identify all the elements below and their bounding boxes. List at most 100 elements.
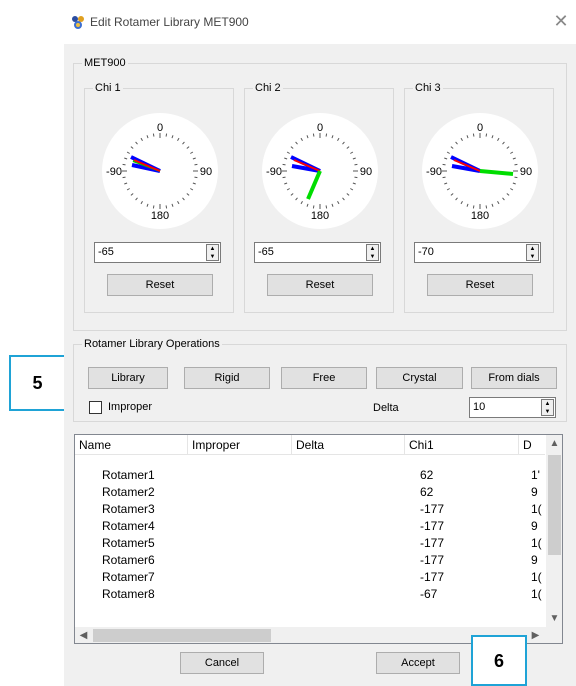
- spin-down-icon[interactable]: ▼: [542, 408, 553, 416]
- chi1-spin-arrows[interactable]: ▲ ▼: [206, 244, 219, 261]
- chi1-spinbox[interactable]: -65 ▲ ▼: [94, 242, 221, 263]
- chi2-spin-arrows[interactable]: ▲ ▼: [366, 244, 379, 261]
- chi1-label-right: 90: [200, 166, 212, 178]
- vertical-scrollbar[interactable]: ▲ ▼: [546, 435, 562, 627]
- chi3-title: Chi 3: [413, 81, 443, 95]
- scroll-corner: [546, 627, 562, 643]
- callout-5-label: 5: [32, 373, 43, 393]
- cell-chi1: -177: [420, 502, 445, 516]
- cell-name: Rotamer7: [102, 570, 155, 584]
- cell-chi1: -177: [420, 536, 445, 550]
- column-header-delta[interactable]: Delta: [292, 435, 405, 455]
- operations-group-title: Rotamer Library Operations: [82, 337, 222, 351]
- dial-tick: [514, 163, 518, 166]
- cell-name: Rotamer6: [102, 553, 155, 567]
- spin-up-icon[interactable]: ▲: [542, 400, 553, 408]
- column-header-name[interactable]: Name: [75, 435, 188, 455]
- accept-button[interactable]: Accept: [376, 652, 460, 674]
- cell-chi1: -177: [420, 553, 445, 567]
- scroll-down-icon[interactable]: ▼: [546, 610, 562, 627]
- dial-tick: [354, 176, 358, 179]
- dial-tick: [312, 133, 315, 137]
- cell-d: 9: [531, 485, 538, 499]
- chi1-reset-button[interactable]: Reset: [107, 274, 213, 296]
- delta-spinbox[interactable]: 10 ▲ ▼: [469, 397, 556, 418]
- table-row[interactable]: Rotamer7 -177 1(: [75, 569, 545, 586]
- dial-tick: [442, 176, 446, 179]
- improper-checkbox[interactable]: [89, 401, 102, 414]
- dialog-window: Edit Rotamer Library MET900 ✕ MET900 Chi…: [64, 0, 576, 686]
- spin-down-icon[interactable]: ▼: [367, 253, 378, 261]
- dial-tick: [165, 133, 168, 137]
- scroll-up-icon[interactable]: ▲: [546, 435, 562, 452]
- chi2-dial[interactable]: 0 -90 90 180: [260, 111, 380, 231]
- cell-chi1: 62: [420, 485, 434, 499]
- dial-tick: [152, 133, 155, 137]
- free-button[interactable]: Free: [281, 367, 367, 389]
- cell-d: 1(: [531, 587, 542, 601]
- table-row[interactable]: Rotamer4 -177 9: [75, 518, 545, 535]
- cell-name: Rotamer2: [102, 485, 155, 499]
- dial-tick: [472, 133, 475, 137]
- spin-down-icon[interactable]: ▼: [527, 253, 538, 261]
- chi3-group: Chi 3 0 -90 90 180 -70 ▲ ▼ Reset: [404, 81, 554, 313]
- table-row[interactable]: Rotamer1 62 1': [75, 467, 545, 484]
- chi3-reset-button[interactable]: Reset: [427, 274, 533, 296]
- dial-tick: [122, 176, 126, 179]
- dial-tick: [194, 163, 198, 166]
- chi3-spin-arrows[interactable]: ▲ ▼: [526, 244, 539, 261]
- chi3-label-top: 0: [477, 122, 483, 134]
- chi1-label-bottom: 180: [151, 210, 169, 222]
- dial-tick: [152, 205, 155, 209]
- callout-6-label: 6: [493, 651, 504, 671]
- delta-label: Delta: [373, 402, 399, 414]
- cell-name: Rotamer8: [102, 587, 155, 601]
- library-button[interactable]: Library: [88, 367, 168, 389]
- close-icon[interactable]: ✕: [549, 10, 573, 34]
- column-header-chi1[interactable]: Chi1: [405, 435, 519, 455]
- dial-tick: [485, 133, 488, 137]
- chi3-label-left: -90: [426, 166, 442, 178]
- cell-chi1: -177: [420, 570, 445, 584]
- chi2-label-right: 90: [360, 166, 372, 178]
- spin-up-icon[interactable]: ▲: [367, 245, 378, 253]
- cell-chi1: -177: [420, 519, 445, 533]
- met900-group-title: MET900: [82, 56, 128, 70]
- chi2-spinbox[interactable]: -65 ▲ ▼: [254, 242, 381, 263]
- chi3-dial[interactable]: 0 -90 90 180: [420, 111, 540, 231]
- table-row[interactable]: Rotamer6 -177 9: [75, 552, 545, 569]
- table-row[interactable]: Rotamer3 -177 1(: [75, 501, 545, 518]
- crystal-button[interactable]: Crystal: [376, 367, 463, 389]
- scroll-left-icon[interactable]: ◀: [75, 627, 92, 643]
- table-row[interactable]: Rotamer8 -67 1(: [75, 586, 545, 603]
- from-dials-button[interactable]: From dials: [471, 367, 557, 389]
- spin-down-icon[interactable]: ▼: [207, 253, 218, 261]
- improper-label: Improper: [108, 401, 153, 413]
- column-header-d[interactable]: D: [519, 435, 545, 455]
- table-row[interactable]: Rotamer2 62 9: [75, 484, 545, 501]
- spin-up-icon[interactable]: ▲: [207, 245, 218, 253]
- chi2-label-top: 0: [317, 122, 323, 134]
- chi2-reset-button[interactable]: Reset: [267, 274, 373, 296]
- chi1-value: -65: [98, 246, 114, 258]
- chi1-dial[interactable]: 0 -90 90 180: [100, 111, 220, 231]
- chi2-title: Chi 2: [253, 81, 283, 95]
- scroll-right-icon[interactable]: ▶: [527, 627, 544, 643]
- table-row[interactable]: Rotamer5 -177 1(: [75, 535, 545, 552]
- dial-tick: [194, 176, 198, 179]
- chi2-label-left: -90: [266, 166, 282, 178]
- cancel-button[interactable]: Cancel: [180, 652, 264, 674]
- dial-tick: [282, 176, 286, 179]
- delta-spin-arrows[interactable]: ▲ ▼: [541, 399, 554, 416]
- vertical-scroll-thumb[interactable]: [548, 455, 561, 555]
- dial-tick: [282, 163, 286, 166]
- chi1-title: Chi 1: [93, 81, 123, 95]
- chi3-spinbox[interactable]: -70 ▲ ▼: [414, 242, 541, 263]
- rotamer-table[interactable]: Name Improper Delta Chi1 D Rotamer1 62 1…: [74, 434, 563, 644]
- horizontal-scroll-thumb[interactable]: [93, 629, 271, 642]
- spin-up-icon[interactable]: ▲: [527, 245, 538, 253]
- column-header-improper[interactable]: Improper: [188, 435, 292, 455]
- rigid-button[interactable]: Rigid: [184, 367, 270, 389]
- dial-tick: [472, 205, 475, 209]
- dial-tick: [165, 205, 168, 209]
